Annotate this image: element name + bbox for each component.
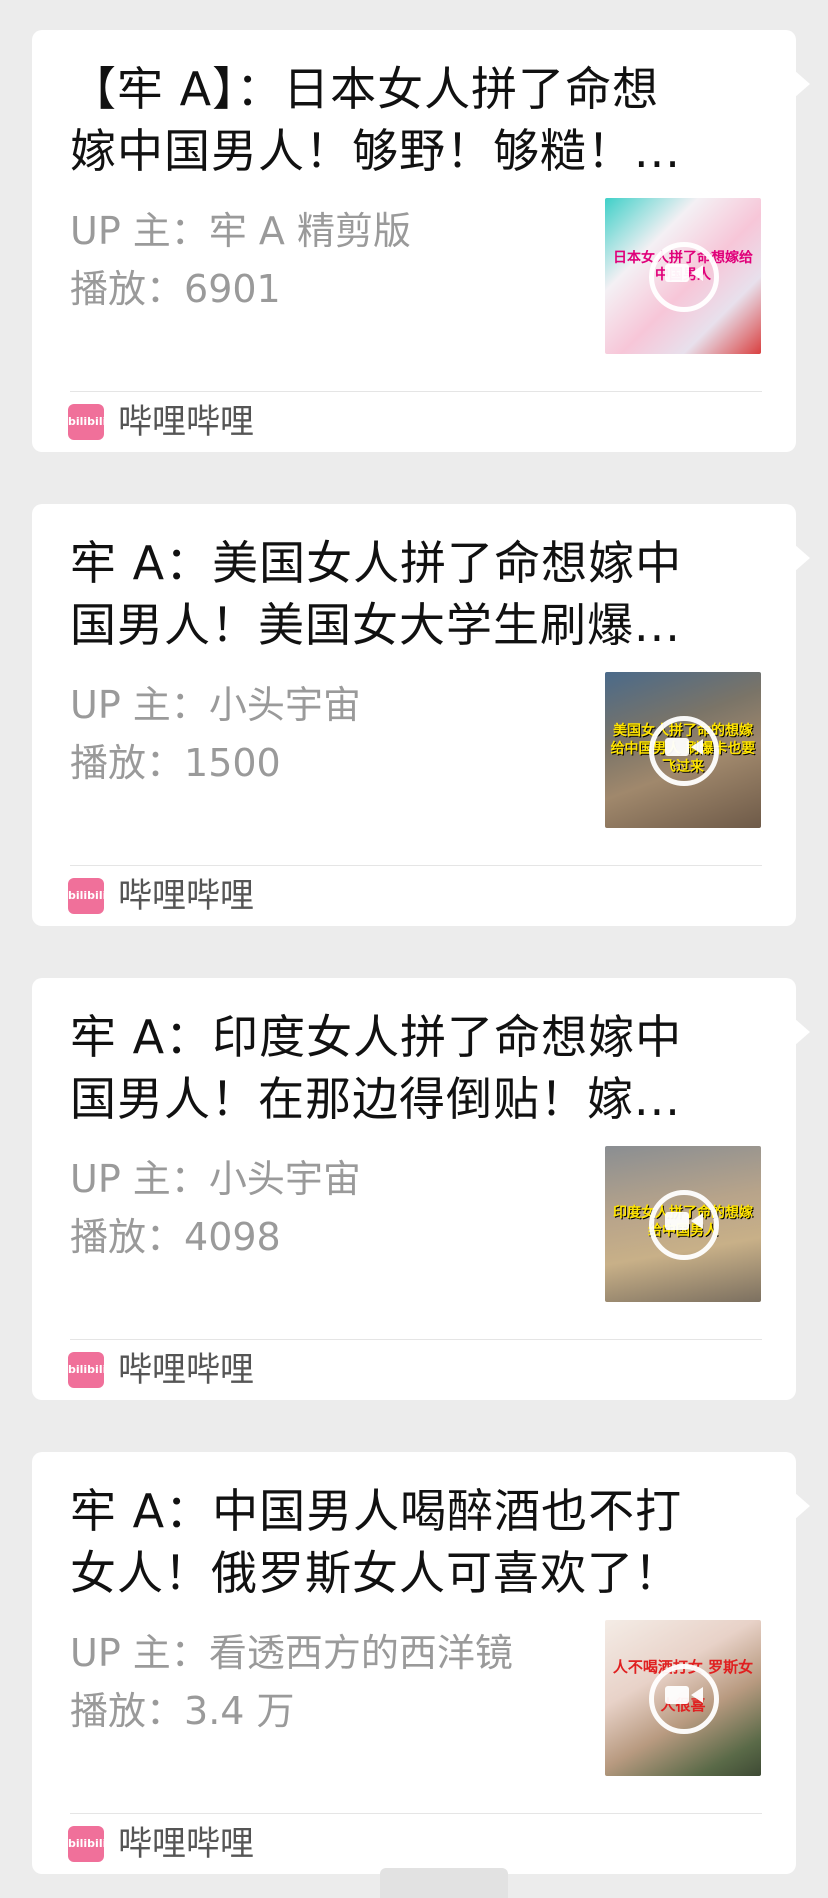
bilibili-logo-icon: bilibili: [68, 1352, 106, 1388]
play-count-row: 播放：3.4 万: [70, 1680, 295, 1735]
video-title-line: 国男人！美国女大学生刷爆...: [70, 598, 681, 652]
video-thumbnail[interactable]: 日本女人拼了命想嫁给中国男人: [605, 198, 761, 354]
video-share-card[interactable]: 牢 A：美国女人拼了命想嫁中 国男人！美国女大学生刷爆... UP 主：小头宇宙…: [32, 504, 810, 926]
uploader-name: 小头宇宙: [208, 1157, 361, 1201]
bubble-tail: [794, 70, 810, 98]
video-camera-lens-icon: [691, 1213, 703, 1229]
play-count-row: 播放：6901: [70, 258, 281, 313]
play-count-row: 播放：4098: [70, 1206, 281, 1261]
bottom-watermark-strip: [380, 1868, 508, 1898]
video-share-card[interactable]: 牢 A：中国男人喝醉酒也不打 女人！俄罗斯女人可喜欢了！ UP 主：看透西方的西…: [32, 1452, 810, 1874]
video-camera-icon: [665, 264, 689, 282]
video-camera-lens-icon: [691, 1687, 703, 1703]
play-count-value: 4098: [184, 1215, 281, 1259]
video-title[interactable]: 牢 A：印度女人拼了命想嫁中 国男人！在那边得倒贴！嫁...: [70, 1006, 770, 1130]
play-count-value: 1500: [184, 741, 281, 785]
video-share-feed: 【牢 A】：日本女人拼了命想 嫁中国男人！够野！够糙！... UP 主：牢 A …: [0, 0, 828, 1898]
video-thumbnail[interactable]: 人不喝酒打女 罗斯女人很喜: [605, 1620, 761, 1776]
source-name: 哔哩哔哩: [118, 876, 254, 916]
video-title-line: 国男人！在那边得倒贴！嫁...: [70, 1072, 681, 1126]
uploader-name: 牢 A 精剪版: [208, 209, 411, 253]
video-thumbnail[interactable]: 美国女人拼了命的想嫁给中国男人 刷爆卡也要飞过来: [605, 672, 761, 828]
play-count-value: 6901: [184, 267, 281, 311]
uploader-row: UP 主：牢 A 精剪版: [70, 200, 411, 255]
uploader-row: UP 主：看透西方的西洋镜: [70, 1622, 513, 1677]
uploader-name: 小头宇宙: [208, 683, 361, 727]
uploader-label: UP 主：: [70, 209, 209, 253]
bubble-tail: [794, 1492, 810, 1520]
video-title-line: 牢 A：中国男人喝醉酒也不打: [70, 1484, 683, 1538]
video-title-line: 【牢 A】：日本女人拼了命想: [70, 62, 660, 116]
video-title[interactable]: 【牢 A】：日本女人拼了命想 嫁中国男人！够野！够糙！...: [70, 58, 770, 182]
divider: [70, 391, 762, 392]
uploader-label: UP 主：: [70, 1157, 209, 1201]
video-title-line: 牢 A：印度女人拼了命想嫁中: [70, 1010, 683, 1064]
source-name: 哔哩哔哩: [118, 1350, 254, 1390]
source-name: 哔哩哔哩: [118, 402, 254, 442]
uploader-label: UP 主：: [70, 683, 209, 727]
video-camera-icon: [665, 738, 689, 756]
uploader-name: 看透西方的西洋镜: [208, 1631, 513, 1675]
video-camera-icon: [665, 1212, 689, 1230]
card-body[interactable]: 牢 A：印度女人拼了命想嫁中 国男人！在那边得倒贴！嫁... UP 主：小头宇宙…: [32, 978, 796, 1400]
video-camera-lens-icon: [691, 739, 703, 755]
video-title-line: 嫁中国男人！够野！够糙！...: [70, 124, 681, 178]
video-share-card[interactable]: 【牢 A】：日本女人拼了命想 嫁中国男人！够野！够糙！... UP 主：牢 A …: [32, 30, 810, 452]
video-camera-lens-icon: [691, 265, 703, 281]
video-title[interactable]: 牢 A：美国女人拼了命想嫁中 国男人！美国女大学生刷爆...: [70, 532, 770, 656]
uploader-row: UP 主：小头宇宙: [70, 1148, 361, 1203]
video-share-card[interactable]: 牢 A：印度女人拼了命想嫁中 国男人！在那边得倒贴！嫁... UP 主：小头宇宙…: [32, 978, 810, 1400]
card-body[interactable]: 牢 A：中国男人喝醉酒也不打 女人！俄罗斯女人可喜欢了！ UP 主：看透西方的西…: [32, 1452, 796, 1874]
video-camera-icon: [665, 1686, 689, 1704]
bubble-tail: [794, 1018, 810, 1046]
bilibili-logo-icon: bilibili: [68, 404, 106, 440]
divider: [70, 1339, 762, 1340]
divider: [70, 865, 762, 866]
bilibili-logo-icon: bilibili: [68, 1826, 106, 1862]
divider: [70, 1813, 762, 1814]
card-body[interactable]: 牢 A：美国女人拼了命想嫁中 国男人！美国女大学生刷爆... UP 主：小头宇宙…: [32, 504, 796, 926]
play-count-label: 播放：: [70, 1215, 185, 1259]
bilibili-logo-icon: bilibili: [68, 878, 106, 914]
play-count-label: 播放：: [70, 741, 185, 785]
video-title[interactable]: 牢 A：中国男人喝醉酒也不打 女人！俄罗斯女人可喜欢了！: [70, 1480, 770, 1604]
video-title-line: 牢 A：美国女人拼了命想嫁中: [70, 536, 683, 590]
video-title-line: 女人！俄罗斯女人可喜欢了！: [70, 1546, 681, 1600]
source-name: 哔哩哔哩: [118, 1824, 254, 1864]
uploader-label: UP 主：: [70, 1631, 209, 1675]
video-thumbnail[interactable]: 印度女人拼了命的想嫁给中国男人: [605, 1146, 761, 1302]
play-count-label: 播放：: [70, 1689, 185, 1733]
card-body[interactable]: 【牢 A】：日本女人拼了命想 嫁中国男人！够野！够糙！... UP 主：牢 A …: [32, 30, 796, 452]
play-count-label: 播放：: [70, 267, 185, 311]
uploader-row: UP 主：小头宇宙: [70, 674, 361, 729]
play-count-value: 3.4 万: [184, 1689, 295, 1733]
bubble-tail: [794, 544, 810, 572]
play-count-row: 播放：1500: [70, 732, 281, 787]
